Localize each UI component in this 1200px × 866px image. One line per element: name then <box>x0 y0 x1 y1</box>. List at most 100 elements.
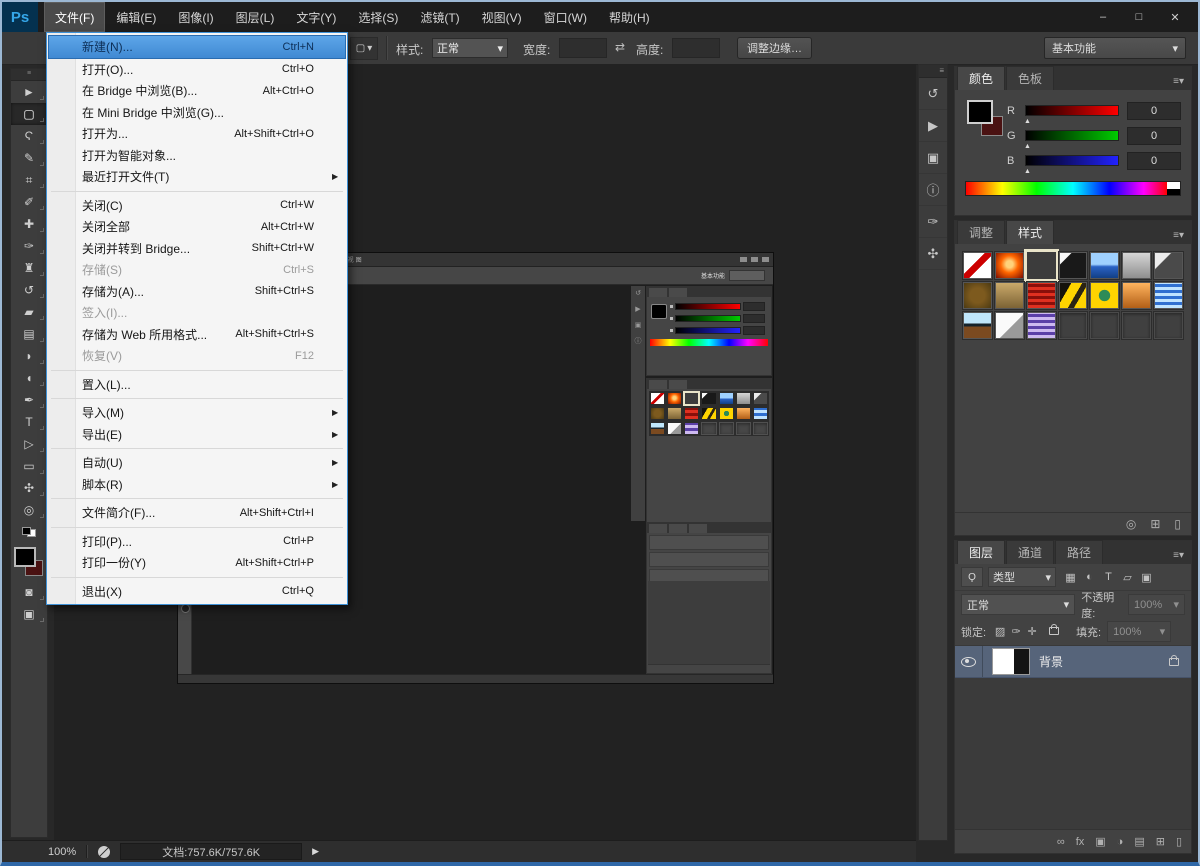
layer-thumbnail[interactable] <box>992 648 1030 675</box>
zoom-level-field[interactable]: 100% <box>48 846 76 858</box>
refine-edge-button[interactable]: 调整边缘… <box>737 37 812 59</box>
layer-search-icon[interactable]: Ϙ <box>961 567 983 587</box>
file-menu-item[interactable]: 在 Mini Bridge 中浏览(G)... ▶ <box>48 102 346 124</box>
window-control[interactable]: ✕ <box>1166 11 1184 24</box>
file-menu-item[interactable]: 存储为 Web 所用格式... Alt+Shift+Ctrl+S ▶ <box>48 324 346 346</box>
file-menu-item[interactable]: 导入(M) ▶ <box>48 402 346 424</box>
pen-tool[interactable]: ✒ <box>11 389 47 411</box>
menubar-item[interactable]: 选择(S) <box>347 2 409 32</box>
document-info-field[interactable]: 文档:757.6K/757.6K <box>120 843 302 860</box>
history-brush-tool[interactable]: ↺ <box>11 279 47 301</box>
style-swatch[interactable] <box>1090 252 1119 279</box>
clone-stamp-tool[interactable]: ♜ <box>11 257 47 279</box>
filter-shape-layers-icon[interactable]: ▱ <box>1118 571 1137 584</box>
mini-bridge-panel-icon[interactable]: ▣ <box>919 142 947 174</box>
menubar-item[interactable]: 视图(V) <box>471 2 533 32</box>
file-menu-item[interactable]: 关闭全部 Alt+Ctrl+W ▶ <box>48 216 346 238</box>
clear-style-icon[interactable]: ◎ <box>1126 517 1136 531</box>
panel-menu-icon[interactable]: ≡▾ <box>1168 550 1189 564</box>
file-menu-item[interactable]: 签入(I)... ▶ <box>48 302 346 324</box>
window-control[interactable]: – <box>1094 11 1112 24</box>
file-menu-item[interactable]: 自动(U) ▶ <box>48 452 346 474</box>
link-layers-icon[interactable]: ∞ <box>1057 836 1065 848</box>
shape-tool[interactable]: ▭ <box>11 455 47 477</box>
menubar-item[interactable]: 文件(F) <box>44 2 105 32</box>
file-menu-item[interactable]: 导出(E) ▶ <box>48 424 346 446</box>
opacity-field[interactable]: 100% ▾ <box>1128 594 1185 615</box>
file-menu-item[interactable]: ▶ <box>51 498 343 499</box>
style-swatch[interactable] <box>963 282 992 309</box>
zoom-tool[interactable]: ◎ <box>11 499 47 521</box>
file-menu-item[interactable]: 打印(P)... Ctrl+P ▶ <box>48 531 346 553</box>
lasso-tool[interactable]: Ϛ <box>11 125 47 147</box>
default-colors-icon[interactable] <box>22 527 36 537</box>
new-layer-icon[interactable]: ⊞ <box>1156 835 1165 848</box>
file-menu-item[interactable]: 最近打开文件(T) ▶ <box>48 166 346 188</box>
eyedropper-tool[interactable]: ✐ <box>11 191 47 213</box>
blur-tool[interactable]: ◗ <box>11 345 47 367</box>
panel-tab[interactable]: 样式 <box>1006 220 1054 244</box>
channel-value-field[interactable]: 0 <box>1127 127 1181 145</box>
type-tool[interactable]: T <box>11 411 47 433</box>
slider-caret-icon[interactable]: ▲ <box>1024 143 1031 150</box>
foreground-color-swatch[interactable] <box>967 100 993 124</box>
filter-adjustment-layers-icon[interactable]: ◐ <box>1080 571 1099 584</box>
panel-tab[interactable]: 颜色 <box>957 66 1005 90</box>
slider-caret-icon[interactable]: ▲ <box>1024 118 1031 125</box>
style-swatch[interactable] <box>1027 282 1056 309</box>
delete-layer-icon[interactable]: ▯ <box>1176 835 1182 848</box>
lock-pixels-icon[interactable]: ✑ <box>1008 625 1024 638</box>
lock-transparency-icon[interactable]: ▨ <box>992 625 1008 638</box>
channel-slider[interactable]: ▲ <box>1025 130 1119 141</box>
style-swatch[interactable] <box>1122 282 1151 309</box>
style-slot-empty[interactable] <box>1090 312 1119 339</box>
style-swatch[interactable] <box>1090 282 1119 309</box>
style-swatch[interactable] <box>1059 252 1088 279</box>
layer-visibility-toggle[interactable] <box>955 646 983 677</box>
new-style-icon[interactable]: ⊞ <box>1150 517 1160 531</box>
info-panel-icon[interactable]: ⓘ <box>919 174 947 206</box>
panel-tab[interactable]: 图层 <box>957 540 1005 564</box>
panel-menu-icon[interactable]: ≡▾ <box>1168 230 1189 244</box>
filter-type-layers-icon[interactable]: T <box>1099 571 1118 584</box>
file-menu-item[interactable]: ▶ <box>51 370 343 371</box>
file-menu-item[interactable]: 新建(N)... Ctrl+N ▶ <box>48 35 346 59</box>
file-menu-item[interactable]: ▶ <box>51 398 343 399</box>
hand-tool[interactable]: ✣ <box>11 477 47 499</box>
panel-tab[interactable]: 调整 <box>957 220 1005 244</box>
menubar-item[interactable]: 滤镜(T) <box>409 2 470 32</box>
history-panel-icon[interactable]: ↺ <box>919 78 947 110</box>
layer-filter-type-select[interactable]: 类型 ▾ <box>988 567 1056 587</box>
style-swatch[interactable] <box>1154 282 1183 309</box>
new-adjustment-layer-icon[interactable]: ◑ <box>1117 836 1124 848</box>
file-menu-item[interactable]: 退出(X) Ctrl+Q ▶ <box>48 581 346 603</box>
panel-menu-icon[interactable]: ≡▾ <box>1168 76 1189 90</box>
menubar-item[interactable]: 编辑(E) <box>105 2 167 32</box>
file-menu-item[interactable]: 打开为... Alt+Shift+Ctrl+O ▶ <box>48 123 346 145</box>
style-swatch[interactable] <box>995 252 1024 279</box>
channel-slider[interactable]: ▲ <box>1025 155 1119 166</box>
file-menu-item[interactable]: 文件简介(F)... Alt+Shift+Ctrl+I ▶ <box>48 502 346 524</box>
layer-effects-icon[interactable]: fx <box>1076 836 1085 848</box>
eraser-tool[interactable]: ▰ <box>11 301 47 323</box>
channel-value-field[interactable]: 0 <box>1127 102 1181 120</box>
add-layer-mask-icon[interactable]: ▣ <box>1095 835 1105 848</box>
style-swatch[interactable] <box>1027 312 1056 339</box>
screen-mode-button[interactable]: ▣ <box>11 603 47 625</box>
expand-panels-button[interactable]: ≡ <box>919 65 947 78</box>
file-menu-item[interactable]: 关闭(C) Ctrl+W ▶ <box>48 195 346 217</box>
path-selection-tool[interactable]: ▷ <box>11 433 47 455</box>
file-menu-item[interactable]: ▶ <box>51 577 343 578</box>
filter-smart-objects-icon[interactable]: ▣ <box>1137 571 1156 584</box>
foreground-color-swatch[interactable] <box>14 547 36 567</box>
file-menu-item[interactable]: 置入(L)... ▶ <box>48 374 346 396</box>
file-menu-item[interactable]: 打印一份(Y) Alt+Shift+Ctrl+P ▶ <box>48 552 346 574</box>
brush-panel-icon[interactable]: ✑ <box>919 206 947 238</box>
style-none[interactable] <box>963 252 992 279</box>
style-select[interactable]: 正常 ▾ <box>432 38 508 58</box>
swap-dimensions-icon[interactable]: ⇄ <box>615 40 625 54</box>
style-slot-empty[interactable] <box>1059 312 1088 339</box>
channel-value-field[interactable]: 0 <box>1127 152 1181 170</box>
file-menu-item[interactable]: 恢复(V) F12 ▶ <box>48 345 346 367</box>
file-menu-item[interactable]: ▶ <box>51 191 343 192</box>
